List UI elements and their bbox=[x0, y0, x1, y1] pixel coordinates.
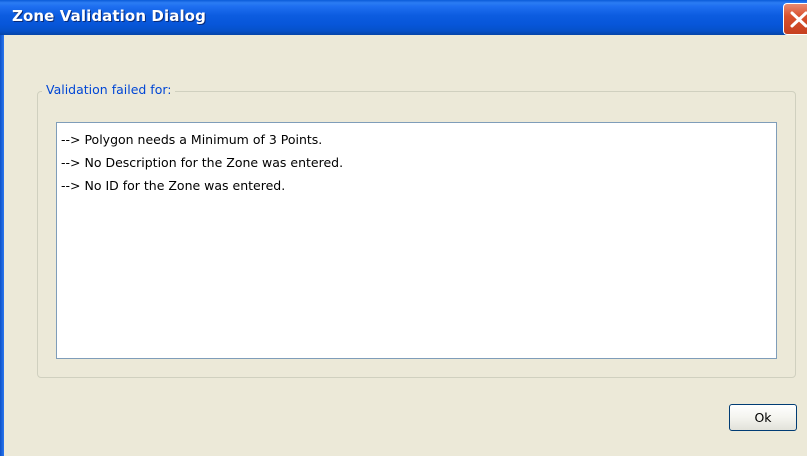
dialog-title: Zone Validation Dialog bbox=[12, 7, 206, 25]
group-legend: Validation failed for: bbox=[42, 82, 176, 97]
ok-button[interactable]: Ok bbox=[729, 404, 797, 431]
message-line: --> No Description for the Zone was ente… bbox=[61, 155, 344, 170]
title-bar[interactable]: Zone Validation Dialog bbox=[0, 0, 807, 35]
zone-validation-dialog: Zone Validation Dialog Validation failed… bbox=[0, 0, 807, 456]
message-line: --> Polygon needs a Minimum of 3 Points. bbox=[61, 132, 323, 147]
message-line: --> No ID for the Zone was entered. bbox=[61, 178, 286, 193]
validation-messages-textarea[interactable]: --> Polygon needs a Minimum of 3 Points.… bbox=[56, 122, 777, 359]
close-icon bbox=[790, 11, 807, 28]
close-button[interactable] bbox=[783, 3, 807, 35]
window-left-border bbox=[0, 35, 4, 456]
